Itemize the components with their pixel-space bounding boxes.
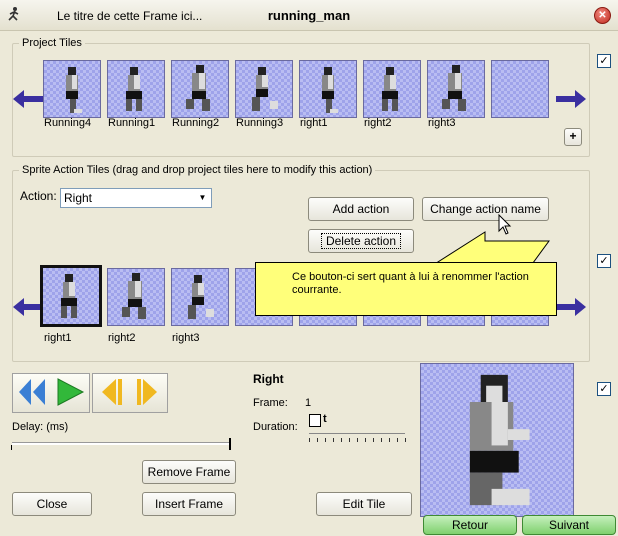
duration-tick	[397, 438, 398, 442]
runner-sprite-icon	[186, 65, 210, 111]
frame-value: 1	[305, 397, 312, 409]
rewind-icon[interactable]	[16, 376, 50, 408]
runner-sprite-icon	[442, 65, 466, 111]
project-tile-label: Running2	[172, 117, 220, 129]
close-button[interactable]: Close	[12, 492, 92, 516]
frame-action-name: Right	[253, 372, 284, 386]
remove-frame-button[interactable]: Remove Frame	[142, 460, 236, 484]
duration-tick	[405, 438, 406, 442]
project-tile-label: right3	[428, 117, 456, 129]
delete-action-label: Delete action	[320, 233, 402, 249]
duration-ticks	[309, 438, 407, 443]
action-label: Action:	[20, 189, 57, 203]
tooltip: Ce bouton-ci sert quant à lui à renommer…	[255, 262, 557, 316]
action-select-value: Right	[64, 191, 93, 205]
runner-sprite-icon	[188, 275, 214, 319]
delay-slider-tick	[11, 445, 12, 450]
scroll-left-arrow-icon[interactable]	[13, 89, 43, 109]
duration-tick	[341, 438, 342, 442]
project-tile-label: right2	[364, 117, 392, 129]
action-tile-label: right2	[108, 332, 136, 344]
duration-tick	[309, 438, 310, 442]
chevron-down-icon[interactable]: ▼	[195, 190, 210, 205]
runner-sprite-icon	[382, 67, 398, 111]
insert-frame-button[interactable]: Insert Frame	[142, 492, 236, 516]
preview-runner-icon	[469, 374, 530, 506]
add-action-button[interactable]: Add action	[308, 197, 414, 221]
duration-tick	[365, 438, 366, 442]
project-tile[interactable]	[171, 60, 229, 118]
project-tile-label: right1	[300, 117, 328, 129]
project-tile[interactable]	[427, 60, 485, 118]
add-tile-button[interactable]: +	[564, 128, 582, 146]
close-window-button[interactable]: ✕	[594, 7, 611, 24]
duration-label: Duration:	[253, 421, 298, 433]
delay-label: Delay: (ms)	[12, 421, 69, 433]
frame-preview[interactable]	[420, 363, 574, 517]
mouse-cursor-icon	[498, 214, 512, 235]
duration-tick	[325, 438, 326, 442]
duration-t-icon: t	[323, 413, 327, 425]
next-button[interactable]: Suivant	[522, 515, 616, 535]
action-tile[interactable]	[171, 268, 229, 326]
action-tile-label: right1	[44, 332, 72, 344]
sprite-action-legend: Sprite Action Tiles (drag and drop proje…	[19, 164, 376, 176]
last-frame-icon[interactable]	[131, 376, 163, 408]
preview-checkbox[interactable]: ✓	[597, 382, 611, 396]
duration-tick	[317, 438, 318, 442]
back-button[interactable]: Retour	[423, 515, 517, 535]
play-icon[interactable]	[54, 376, 86, 408]
change-action-name-button[interactable]: Change action name	[422, 197, 549, 221]
duration-tick	[381, 438, 382, 442]
runner-sprite-icon	[122, 273, 146, 319]
frame-label: Frame:	[253, 397, 288, 409]
duration-tick	[373, 438, 374, 442]
action-scroll-right-arrow-icon[interactable]	[556, 297, 586, 317]
project-tile[interactable]	[43, 60, 101, 118]
action-tile-label: right3	[172, 332, 200, 344]
edit-tile-button[interactable]: Edit Tile	[316, 492, 412, 516]
action-tile[interactable]	[40, 265, 102, 327]
window-title: running_man	[267, 8, 351, 23]
duration-tick	[333, 438, 334, 442]
action-scroll-left-arrow-icon[interactable]	[13, 297, 43, 317]
runner-sprite-icon	[126, 67, 142, 111]
project-tile-label: Running1	[108, 117, 156, 129]
first-frame-icon[interactable]	[96, 376, 128, 408]
project-tile[interactable]	[299, 60, 357, 118]
runner-sprite-icon	[252, 67, 278, 111]
delete-action-button[interactable]: Delete action	[308, 229, 414, 253]
duration-tick	[349, 438, 350, 442]
project-tile[interactable]	[235, 60, 293, 118]
project-tiles-checkbox[interactable]: ✓	[597, 54, 611, 68]
duration-slider-track[interactable]	[309, 433, 405, 434]
runner-sprite-icon	[322, 67, 338, 113]
scroll-right-arrow-icon[interactable]	[556, 89, 586, 109]
project-tile[interactable]	[491, 60, 549, 118]
delay-slider-thumb[interactable]	[229, 438, 231, 450]
project-tile-label: Running3	[236, 117, 284, 129]
action-select[interactable]: Right ▼	[60, 188, 212, 208]
project-tile-label: Running4	[44, 117, 92, 129]
delay-slider-track[interactable]	[12, 442, 230, 445]
action-tile[interactable]	[107, 268, 165, 326]
project-tiles-legend: Project Tiles	[19, 37, 85, 49]
duration-tick	[389, 438, 390, 442]
tooltip-text: Ce bouton-ci sert quant à lui à renommer…	[292, 271, 529, 296]
project-tile[interactable]	[107, 60, 165, 118]
duration-slider-thumb[interactable]	[309, 414, 321, 427]
duration-tick	[357, 438, 358, 442]
action-tiles-checkbox[interactable]: ✓	[597, 254, 611, 268]
project-tile[interactable]	[363, 60, 421, 118]
runner-sprite-icon	[66, 67, 82, 113]
runner-sprite-icon	[61, 274, 77, 318]
